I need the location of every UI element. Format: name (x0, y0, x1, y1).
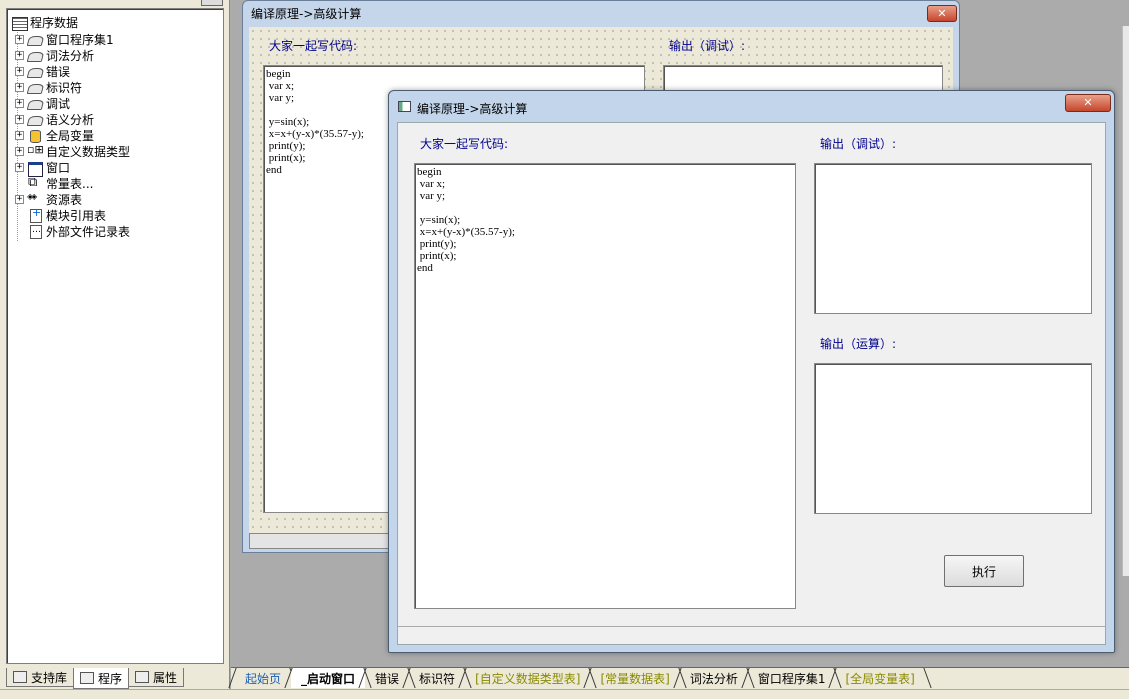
workspace-scrollbar[interactable] (1122, 26, 1129, 576)
doc-tab[interactable]: [常量数据表] (590, 668, 679, 688)
expand-icon[interactable]: + (15, 162, 24, 172)
tree-item[interactable]: 外部文件记录表 (15, 223, 130, 239)
code-editor[interactable]: begin var x; var y; y=sin(x); x=x+(y-x)*… (414, 163, 796, 609)
tree-item-label: 窗口 (46, 160, 71, 175)
design-code-label: 大家一起写代码: (269, 39, 358, 53)
design-output-label: 输出（调试）: (669, 39, 746, 53)
run-window-status-bar (398, 626, 1105, 644)
properties-icon (135, 671, 150, 683)
project-panel: 程序数据 + 窗口程序集1 + 词法分析 + 错误 + 标识符 + 调试 + 语义分析 + 全局变量 + 自定… (0, 0, 230, 699)
tab-label: 属性 (153, 670, 178, 685)
tree-item[interactable]: + 错误 (15, 63, 70, 79)
document-tabs: 起始页 _启动窗口 错误 标识符 [自定义数据类型表] [常量数据表] 词法分析 窗口程序集1… (231, 667, 1129, 689)
tree-item-label: 词法分析 (46, 48, 95, 63)
project-tree: 程序数据 + 窗口程序集1 + 词法分析 + 错误 + 标识符 + 调试 + 语义分析 + 全局变量 + 自定… (6, 8, 224, 664)
tree-root-label: 程序数据 (30, 16, 79, 30)
debug-output-label: 输出（调试）: (820, 137, 897, 151)
run-window-title: 编译原理->高级计算 (417, 102, 528, 116)
expand-icon[interactable]: + (15, 146, 24, 156)
resource-icon (27, 192, 43, 206)
tab-properties[interactable]: 属性 (128, 668, 185, 687)
code-label: 大家一起写代码: (420, 137, 509, 151)
run-output-label: 输出（运算）: (820, 337, 897, 351)
tree-item[interactable]: + 窗口程序集1 (15, 31, 114, 47)
expand-icon[interactable]: + (15, 194, 24, 204)
tree-root[interactable]: 程序数据 (11, 14, 78, 31)
data-type-icon (27, 143, 44, 158)
doc-tab[interactable]: 词法分析 (680, 668, 748, 688)
tree-item-label: 全局变量 (46, 128, 95, 143)
tree-item-label: 外部文件记录表 (46, 224, 131, 239)
run-output-box[interactable] (814, 363, 1092, 514)
doc-tab[interactable]: 标识符 (409, 668, 465, 688)
expand-icon[interactable]: + (15, 66, 24, 76)
tree-item-label: 资源表 (46, 192, 83, 207)
constant-table-icon (27, 175, 43, 190)
doc-tab[interactable]: _启动窗口 (291, 668, 366, 688)
design-window-title: 编译原理->高级计算 (251, 7, 362, 21)
tree-item-label: 常量表... (46, 176, 94, 191)
debug-output-box[interactable] (814, 163, 1092, 314)
tree-item-label: 错误 (46, 64, 71, 79)
panel-pin-button[interactable] (201, 0, 223, 6)
tree-item[interactable]: + 资源表 (15, 191, 82, 207)
tree-item-label: 窗口程序集1 (46, 32, 114, 47)
tab-program[interactable]: 程序 (73, 668, 130, 689)
support-library-icon (13, 671, 27, 683)
book-icon (27, 81, 43, 94)
database-icon (27, 129, 43, 143)
tree-item-label: 模块引用表 (46, 208, 107, 223)
run-window-client: 大家一起写代码: 输出（调试）: begin var x; var y; y=s… (397, 122, 1106, 645)
tree-item[interactable]: + 语义分析 (15, 111, 94, 127)
doc-tab[interactable]: 窗口程序集1 (748, 668, 836, 688)
tree-item-label: 标识符 (46, 80, 83, 95)
left-panel-tabs: 支持库 程序 属性 (6, 668, 185, 689)
module-ref-icon (27, 206, 43, 223)
tab-label: 程序 (98, 671, 123, 686)
tree-item[interactable]: + 标识符 (15, 79, 82, 95)
tree-item-label: 语义分析 (46, 112, 95, 127)
doc-tab[interactable]: [自定义数据类型表] (465, 668, 590, 688)
design-window-close-button[interactable]: ✕ (927, 5, 957, 22)
book-icon (27, 49, 43, 62)
tree-item[interactable]: 模块引用表 (15, 206, 107, 223)
program-data-icon (11, 16, 28, 31)
run-window-close-button[interactable]: ✕ (1065, 94, 1111, 112)
book-icon (27, 65, 43, 78)
tree-item-label: 自定义数据类型 (46, 144, 131, 159)
run-window[interactable]: 编译原理->高级计算 ✕ 大家一起写代码: 输出（调试）: begin var … (388, 90, 1115, 653)
ide-status-bar (0, 689, 1129, 699)
book-icon (27, 113, 43, 126)
tree-item[interactable]: + 全局变量 (15, 127, 94, 143)
expand-icon[interactable]: + (15, 130, 24, 140)
tree-item[interactable]: + 调试 (15, 95, 70, 111)
execute-button[interactable]: 执行 (944, 555, 1024, 587)
doc-tab[interactable]: [全局变量表] (835, 668, 924, 688)
expand-icon[interactable]: + (15, 34, 24, 44)
expand-icon[interactable]: + (15, 50, 24, 60)
program-icon (80, 672, 95, 684)
expand-icon[interactable]: + (15, 82, 24, 92)
tab-support-library[interactable]: 支持库 (6, 668, 75, 687)
book-icon (27, 33, 43, 46)
window-icon (27, 161, 43, 177)
expand-icon[interactable]: + (15, 98, 24, 108)
window-app-icon (398, 101, 411, 112)
book-icon (27, 97, 43, 110)
doc-tab[interactable]: 起始页 (235, 668, 291, 688)
expand-icon[interactable]: + (15, 114, 24, 124)
tree-item-label: 调试 (46, 96, 71, 111)
external-file-icon (27, 224, 43, 239)
tree-item[interactable]: + 窗口 (15, 159, 71, 177)
tree-item[interactable]: + 词法分析 (15, 47, 94, 63)
tab-label: 支持库 (31, 670, 68, 685)
tree-item[interactable]: + 自定义数据类型 (15, 143, 130, 159)
tree-item[interactable]: 常量表... (15, 175, 93, 191)
